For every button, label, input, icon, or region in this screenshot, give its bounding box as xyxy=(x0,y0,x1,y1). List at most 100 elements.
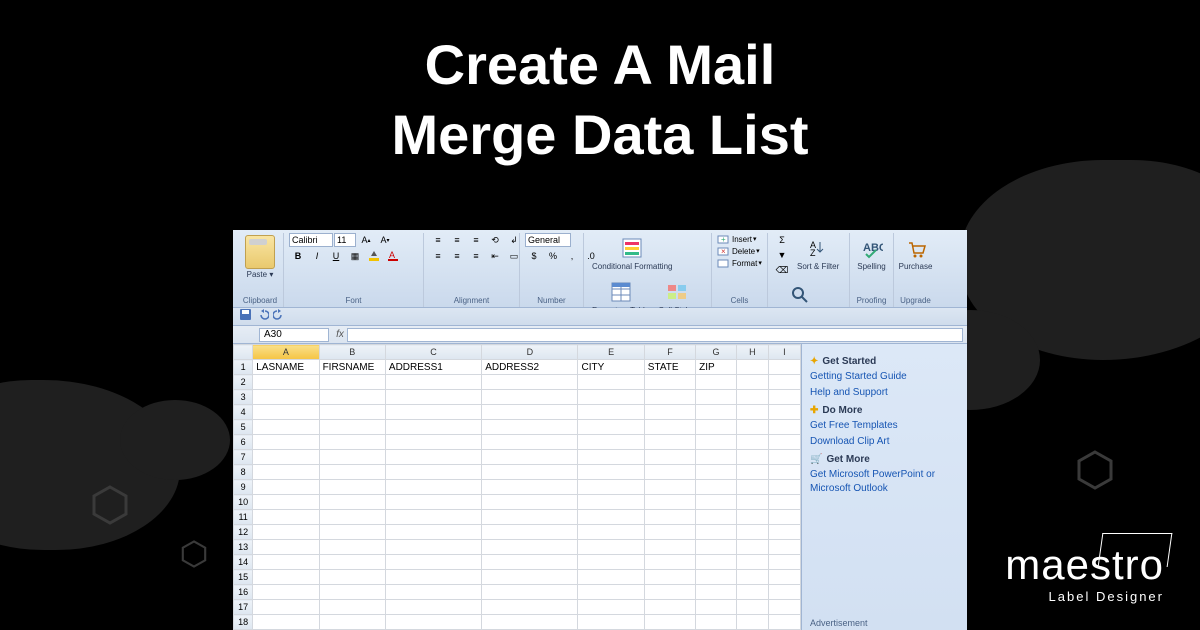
autosum-button[interactable]: Σ xyxy=(773,233,791,247)
cell-I11[interactable] xyxy=(768,510,800,525)
cell-H15[interactable] xyxy=(736,570,768,585)
cell-G16[interactable] xyxy=(696,585,737,600)
underline-button[interactable]: U xyxy=(327,249,345,263)
cell-F17[interactable] xyxy=(644,600,695,615)
undo-icon[interactable] xyxy=(256,308,269,326)
column-header-G[interactable]: G xyxy=(696,345,737,360)
cell-I5[interactable] xyxy=(768,420,800,435)
sidepane-link[interactable]: Help and Support xyxy=(810,386,959,400)
shrink-font-button[interactable]: A▾ xyxy=(376,233,394,247)
cell-C11[interactable] xyxy=(385,510,481,525)
row-header[interactable]: 1 xyxy=(234,360,253,375)
align-right-button[interactable]: ≡ xyxy=(467,249,485,263)
format-button[interactable]: Format ▾ xyxy=(717,257,762,269)
cell-B2[interactable] xyxy=(319,375,385,390)
cell-G15[interactable] xyxy=(696,570,737,585)
cell-B1[interactable]: FIRSNAME xyxy=(319,360,385,375)
cell-I2[interactable] xyxy=(768,375,800,390)
cell-D9[interactable] xyxy=(482,480,578,495)
cell-F16[interactable] xyxy=(644,585,695,600)
column-header-E[interactable]: E xyxy=(578,345,644,360)
cell-H7[interactable] xyxy=(736,450,768,465)
cell-H17[interactable] xyxy=(736,600,768,615)
cell-H1[interactable] xyxy=(736,360,768,375)
row-header[interactable]: 7 xyxy=(234,450,253,465)
cell-C12[interactable] xyxy=(385,525,481,540)
row-header[interactable]: 13 xyxy=(234,540,253,555)
cell-C3[interactable] xyxy=(385,390,481,405)
column-header-C[interactable]: C xyxy=(385,345,481,360)
bold-button[interactable]: B xyxy=(289,249,307,263)
cell-F14[interactable] xyxy=(644,555,695,570)
cell-B14[interactable] xyxy=(319,555,385,570)
cell-G17[interactable] xyxy=(696,600,737,615)
cell-C9[interactable] xyxy=(385,480,481,495)
cell-A14[interactable] xyxy=(253,555,319,570)
row-header[interactable]: 6 xyxy=(234,435,253,450)
cell-E11[interactable] xyxy=(578,510,644,525)
align-top-button[interactable]: ≡ xyxy=(429,233,447,247)
cell-G13[interactable] xyxy=(696,540,737,555)
font-color-button[interactable]: A xyxy=(384,249,402,263)
insert-button[interactable]: +Insert ▾ xyxy=(717,233,757,245)
formula-input[interactable] xyxy=(347,328,963,342)
cell-A13[interactable] xyxy=(253,540,319,555)
grow-font-button[interactable]: A▴ xyxy=(357,233,375,247)
font-name-select[interactable]: Calibri xyxy=(289,233,333,247)
cell-H9[interactable] xyxy=(736,480,768,495)
row-header[interactable]: 12 xyxy=(234,525,253,540)
row-header[interactable]: 2 xyxy=(234,375,253,390)
cell-E3[interactable] xyxy=(578,390,644,405)
cell-D7[interactable] xyxy=(482,450,578,465)
cell-H8[interactable] xyxy=(736,465,768,480)
column-header-I[interactable]: I xyxy=(768,345,800,360)
cell-B15[interactable] xyxy=(319,570,385,585)
delete-button[interactable]: ×Delete ▾ xyxy=(717,245,760,257)
cell-C4[interactable] xyxy=(385,405,481,420)
column-header-D[interactable]: D xyxy=(482,345,578,360)
cell-E14[interactable] xyxy=(578,555,644,570)
name-box[interactable]: A30 xyxy=(259,328,329,342)
cell-E17[interactable] xyxy=(578,600,644,615)
align-bottom-button[interactable]: ≡ xyxy=(467,233,485,247)
cell-I17[interactable] xyxy=(768,600,800,615)
fill-color-button[interactable] xyxy=(365,249,383,263)
cell-C15[interactable] xyxy=(385,570,481,585)
cell-C8[interactable] xyxy=(385,465,481,480)
align-center-button[interactable]: ≡ xyxy=(448,249,466,263)
cell-E18[interactable] xyxy=(578,615,644,630)
cell-B16[interactable] xyxy=(319,585,385,600)
cell-B17[interactable] xyxy=(319,600,385,615)
cell-D16[interactable] xyxy=(482,585,578,600)
cell-B5[interactable] xyxy=(319,420,385,435)
cell-F1[interactable]: STATE xyxy=(644,360,695,375)
decrease-indent-button[interactable]: ⇤ xyxy=(486,249,504,263)
worksheet[interactable]: ABCDEFGHI1LASNAMEFIRSNAMEADDRESS1ADDRESS… xyxy=(233,344,801,630)
cell-G3[interactable] xyxy=(696,390,737,405)
cell-C2[interactable] xyxy=(385,375,481,390)
cell-E4[interactable] xyxy=(578,405,644,420)
cell-D5[interactable] xyxy=(482,420,578,435)
cell-G9[interactable] xyxy=(696,480,737,495)
cell-B9[interactable] xyxy=(319,480,385,495)
cell-E2[interactable] xyxy=(578,375,644,390)
row-header[interactable]: 11 xyxy=(234,510,253,525)
sidepane-link[interactable]: Getting Started Guide xyxy=(810,370,959,384)
cell-B4[interactable] xyxy=(319,405,385,420)
cell-G5[interactable] xyxy=(696,420,737,435)
row-header[interactable]: 8 xyxy=(234,465,253,480)
cell-D13[interactable] xyxy=(482,540,578,555)
fx-icon[interactable]: fx xyxy=(333,329,347,340)
cell-H12[interactable] xyxy=(736,525,768,540)
row-header[interactable]: 17 xyxy=(234,600,253,615)
orientation-button[interactable]: ⟲ xyxy=(486,233,504,247)
cell-A7[interactable] xyxy=(253,450,319,465)
cell-I15[interactable] xyxy=(768,570,800,585)
cell-I10[interactable] xyxy=(768,495,800,510)
sidepane-link[interactable]: Get Free Templates xyxy=(810,419,959,433)
cell-G1[interactable]: ZIP xyxy=(696,360,737,375)
cell-B7[interactable] xyxy=(319,450,385,465)
cell-F9[interactable] xyxy=(644,480,695,495)
cell-B12[interactable] xyxy=(319,525,385,540)
cell-A11[interactable] xyxy=(253,510,319,525)
